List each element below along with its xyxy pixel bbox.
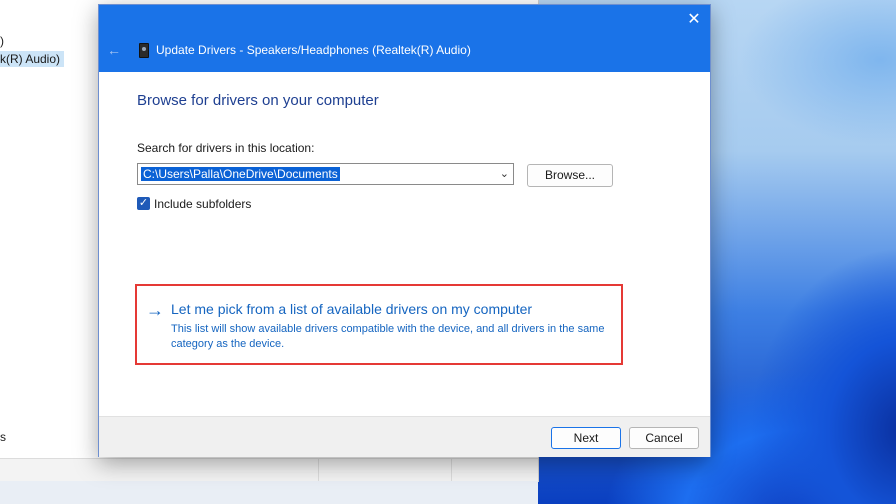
driver-path-combobox[interactable]: C:\Users\Palla\OneDrive\Documents ⌄ — [137, 163, 514, 185]
next-button[interactable]: Next — [551, 427, 621, 449]
bg-tree-fragment: ) — [0, 34, 4, 48]
cancel-button[interactable]: Cancel — [629, 427, 699, 449]
search-location-label: Search for drivers in this location: — [137, 141, 315, 155]
bg-tree-fragment: s — [0, 430, 6, 444]
page-heading: Browse for drivers on your computer — [137, 92, 379, 109]
close-icon[interactable]: ✕ — [686, 12, 702, 28]
pick-option-description: This list will show available drivers co… — [171, 323, 605, 350]
bg-status-bar — [0, 458, 538, 482]
bg-tree-selected-item[interactable]: k(R) Audio) — [0, 51, 65, 67]
dialog-title: Update Drivers - Speakers/Headphones (Re… — [156, 43, 471, 57]
update-drivers-dialog: ✕ ← Update Drivers - Speakers/Headphones… — [98, 4, 711, 457]
back-arrow-icon[interactable]: ← — [107, 43, 123, 57]
taskbar-strip — [0, 481, 538, 504]
arrow-right-icon: → — [146, 300, 164, 320]
driver-path-value[interactable]: C:\Users\Palla\OneDrive\Documents — [141, 167, 340, 181]
chevron-down-icon[interactable]: ⌄ — [500, 167, 509, 181]
status-separator — [451, 459, 452, 482]
pick-option-title[interactable]: Let me pick from a list of available dri… — [171, 301, 532, 317]
dialog-titlebar: ✕ ← Update Drivers - Speakers/Headphones… — [99, 5, 710, 72]
speaker-device-icon — [139, 43, 149, 58]
include-subfolders-checkbox[interactable]: ✓ — [137, 197, 150, 210]
include-subfolders-label[interactable]: Include subfolders — [154, 197, 251, 211]
dialog-footer: Next Cancel — [99, 416, 710, 457]
browse-button[interactable]: Browse... — [527, 164, 613, 187]
pick-from-list-option[interactable]: → Let me pick from a list of available d… — [135, 284, 623, 365]
status-separator — [318, 459, 319, 482]
